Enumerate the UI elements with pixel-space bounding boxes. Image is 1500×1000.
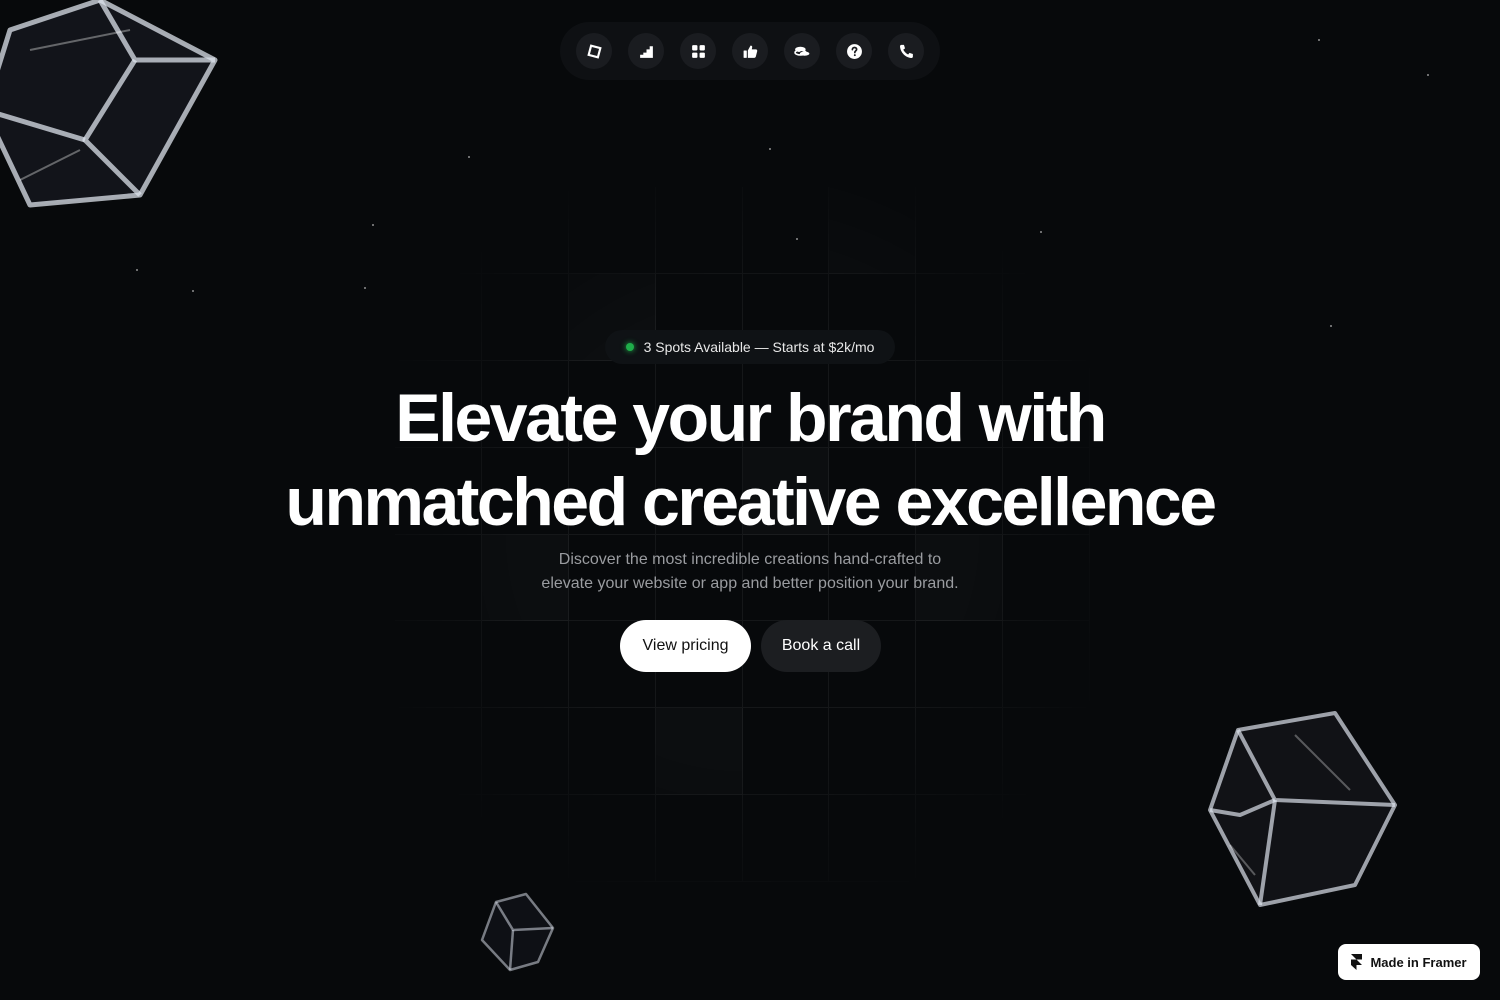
- nav-contact-button[interactable]: [888, 33, 924, 69]
- availability-badge: 3 Spots Available — Starts at $2k/mo: [605, 330, 895, 364]
- diamond-frame-icon: [586, 43, 602, 59]
- subtitle-line-1: Discover the most incredible creations h…: [558, 551, 942, 568]
- glass-cube-top-left: [0, 0, 218, 208]
- hero-subtitle: Discover the most incredible creations h…: [0, 548, 1500, 596]
- view-pricing-button[interactable]: View pricing: [620, 620, 751, 672]
- availability-text: 3 Spots Available — Starts at $2k/mo: [643, 339, 875, 355]
- nav-home-button[interactable]: [576, 33, 612, 69]
- status-dot: [625, 343, 634, 351]
- headline-line-2: unmatched creative excellence: [285, 464, 1217, 540]
- subtitle-line-2: elevate your website or app and better p…: [541, 575, 959, 592]
- framer-badge-label: Made in Framer: [1370, 954, 1467, 970]
- help-circle-icon: [846, 43, 862, 59]
- nav-testimonials-button[interactable]: [732, 33, 768, 69]
- thumbs-up-icon: [743, 45, 757, 58]
- grid-icon: [691, 44, 705, 58]
- framer-logo-icon: [1351, 954, 1363, 970]
- headline-line-1: Elevate your brand with: [395, 380, 1107, 456]
- phone-icon: [899, 44, 913, 58]
- hero-headline: Elevate your brand with unmatched creati…: [0, 376, 1500, 544]
- nav-process-button[interactable]: [628, 33, 664, 69]
- glass-cube-right: [1208, 711, 1397, 907]
- nav-faq-button[interactable]: [836, 33, 872, 69]
- steps-chart-icon: [639, 45, 653, 58]
- glass-cube-small: [480, 892, 555, 972]
- book-a-call-button[interactable]: Book a call: [761, 620, 881, 672]
- made-in-framer-badge[interactable]: Made in Framer: [1338, 944, 1480, 980]
- top-nav: [560, 22, 940, 80]
- nav-services-button[interactable]: [680, 33, 716, 69]
- coins-icon: [793, 46, 810, 57]
- nav-pricing-button[interactable]: [784, 33, 820, 69]
